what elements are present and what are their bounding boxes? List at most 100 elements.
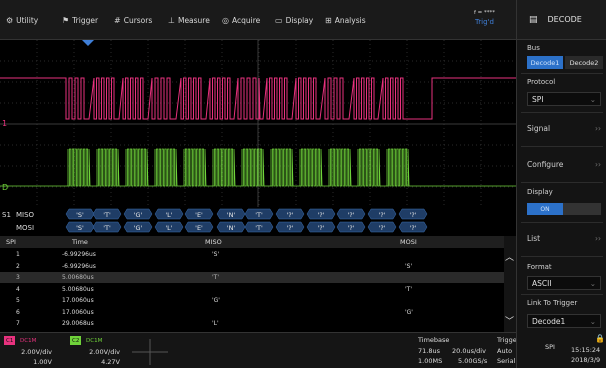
format-label: Format — [527, 263, 552, 271]
ch2-marker: D — [2, 183, 8, 192]
timebase-label[interactable]: Timebase — [418, 336, 449, 344]
sample-rate: 5.00GS/s — [458, 357, 488, 365]
row-index: 2 — [16, 262, 20, 270]
miso-byte: 'L' — [165, 211, 172, 219]
waveform-display[interactable]: 1D — [0, 40, 516, 207]
row-index: 7 — [16, 320, 20, 327]
clock-time: 15:15:24 — [571, 346, 601, 354]
row-time: -6.99296us — [62, 251, 96, 258]
mosi-byte: 'S' — [76, 224, 84, 232]
menu-analysis-label: Analysis — [334, 15, 366, 25]
row-time: -6.99296us — [62, 262, 96, 270]
chevron-right-icon: ›› — [595, 124, 601, 133]
menu-acquire[interactable]: ◎ Acquire — [222, 13, 260, 27]
row-index: 6 — [16, 308, 20, 316]
table-row[interactable]: 4 5.00680us 'T' — [0, 284, 504, 295]
status-bar: C1 DC1M 2.00V/div 1.00V C2 DC1M 2.00V/di… — [0, 332, 519, 368]
display-toggle[interactable]: ON — [527, 203, 601, 215]
protocol-label: Protocol — [527, 78, 556, 86]
decode-icon: ▤ — [529, 14, 538, 25]
miso-byte: '?' — [317, 211, 324, 219]
trigger-source: SPI — [545, 343, 555, 351]
configure-label: Configure — [527, 160, 564, 169]
trigger-mode: Auto — [497, 347, 513, 355]
analysis-icon: ⊞ — [325, 15, 332, 25]
row-mosi: 'T' — [405, 285, 412, 293]
table-row[interactable]: 3 5.00680us 'T' — [0, 272, 504, 283]
ch2-scale: 2.00V/div — [89, 348, 120, 356]
protocol-value: SPI — [532, 95, 544, 104]
chevron-right-icon: ›› — [595, 160, 601, 169]
decode-table: SPI Time MISO MOSI 1 -6.99296us 'S' 2 -6.992… — [0, 236, 516, 332]
col-mosi: MOSI — [400, 238, 417, 246]
display-label: Display — [527, 188, 553, 196]
menu-trigger-label: Trigger — [72, 15, 99, 25]
timebase-scale: 20.0us/div — [452, 347, 486, 355]
scroll-up-icon[interactable]: ︿ — [505, 250, 514, 263]
menu-cursors-label: Cursors — [123, 15, 153, 25]
chevron-right-icon: ›› — [595, 234, 601, 243]
chevron-down-icon: ⌄ — [589, 95, 596, 104]
row-time: 17.0060us — [62, 308, 94, 316]
mosi-byte: '?' — [286, 224, 293, 232]
bus-marker: S1 — [2, 211, 11, 219]
bus-decode2-button[interactable]: Decode2 — [565, 56, 603, 69]
miso-byte: 'G' — [134, 211, 143, 219]
scroll-down-icon[interactable]: ﹀ — [505, 314, 514, 327]
link-trigger-select[interactable]: Decode1 ⌄ — [527, 314, 601, 328]
protocol-select[interactable]: SPI ⌄ — [527, 92, 601, 106]
row-time: 5.00680us — [62, 274, 94, 281]
trigger-state: Trig'd — [475, 18, 494, 26]
table-row[interactable]: 5 17.0060us 'G' — [0, 295, 504, 306]
ch2-coupling: DC1M — [86, 337, 103, 344]
chevron-down-icon: ⌄ — [589, 279, 596, 288]
trigger-type: Serial — [497, 357, 516, 365]
table-row[interactable]: 2 -6.99296us 'S' — [0, 261, 504, 272]
miso-byte: 'S' — [76, 211, 84, 219]
display-toggle-on: ON — [527, 203, 563, 215]
table-scrollbar[interactable]: ︿ ﹀ — [504, 236, 516, 332]
row-time: 17.0060us — [62, 297, 94, 304]
sample-points: 1.00MS — [418, 357, 443, 365]
menu-analysis[interactable]: ⊞ Analysis — [325, 13, 366, 27]
menu-utility[interactable]: ⚙ Utility — [6, 13, 38, 27]
table-row[interactable]: 6 17.0060us 'G' — [0, 307, 504, 318]
ch2-tag[interactable]: C2 — [70, 336, 82, 345]
display-icon: ▭ — [275, 15, 283, 25]
col-miso: MISO — [205, 238, 222, 246]
signal-menu-item[interactable]: Signal ›› — [527, 124, 601, 133]
row-miso: 'L' — [212, 320, 219, 327]
mosi-byte: '?' — [317, 224, 324, 232]
bus-decode1-button[interactable]: Decode1 — [527, 56, 563, 69]
mosi-byte: 'T' — [103, 224, 111, 232]
table-row[interactable]: 1 -6.99296us 'S' — [0, 249, 504, 260]
miso-byte: 'N' — [227, 211, 236, 219]
row-miso: 'S' — [212, 251, 220, 258]
bus-label: Bus — [527, 44, 540, 52]
link-trigger-label: Link To Trigger — [527, 299, 578, 307]
decode-bus-display: S1 MISO MOSI 'S' 'T' 'G' 'L' 'E' 'N' 'T' '?' '?' '?'… — [2, 208, 428, 233]
menu-cursors[interactable]: # Cursors — [114, 13, 152, 27]
signal-label: Signal — [527, 124, 551, 133]
format-select[interactable]: ASCII ⌄ — [527, 276, 601, 290]
panel-header: ▤ DECODE — [517, 0, 606, 40]
row-index: 3 — [16, 274, 20, 281]
trigger-status: f = **** Trig'd — [457, 4, 512, 36]
settings-icon: ⚙ — [6, 15, 14, 25]
menu-measure[interactable]: ⊥ Measure — [168, 13, 210, 27]
menu-measure-label: Measure — [177, 15, 210, 25]
format-value: ASCII — [532, 279, 552, 288]
list-menu-item[interactable]: List ›› — [527, 234, 601, 243]
table-row[interactable]: 7 29.0068us 'L' — [0, 318, 504, 329]
link-trigger-value: Decode1 — [532, 317, 566, 326]
ch1-tag[interactable]: C1 — [4, 336, 16, 345]
ch1-offset: 1.00V — [33, 358, 52, 366]
trigger-icon: ⚑ — [62, 15, 70, 25]
lock-icon[interactable]: 🔒 — [595, 334, 605, 343]
add-channel-icon[interactable] — [128, 335, 172, 367]
miso-byte: '?' — [286, 211, 293, 219]
configure-menu-item[interactable]: Configure ›› — [527, 160, 601, 169]
menu-trigger[interactable]: ⚑ Trigger — [62, 13, 98, 27]
list-label: List — [527, 234, 541, 243]
menu-display[interactable]: ▭ Display — [275, 13, 313, 27]
